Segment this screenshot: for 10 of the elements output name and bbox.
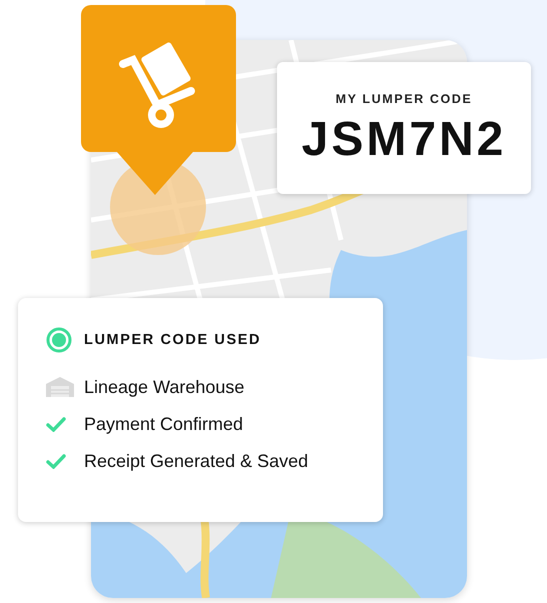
status-item-text: Receipt Generated & Saved [84,450,308,472]
status-heading: LUMPER CODE USED [84,332,262,348]
status-item-text: Payment Confirmed [84,414,244,434]
check-icon [46,416,66,432]
lumper-code: JSM7N2 [302,116,506,164]
check-icon [46,454,66,468]
code-label: MY LUMPER CODE [336,92,472,106]
warehouse-icon [46,377,74,397]
status-item-text: Lineage Warehouse [84,376,244,398]
status-ring-icon [46,327,72,353]
